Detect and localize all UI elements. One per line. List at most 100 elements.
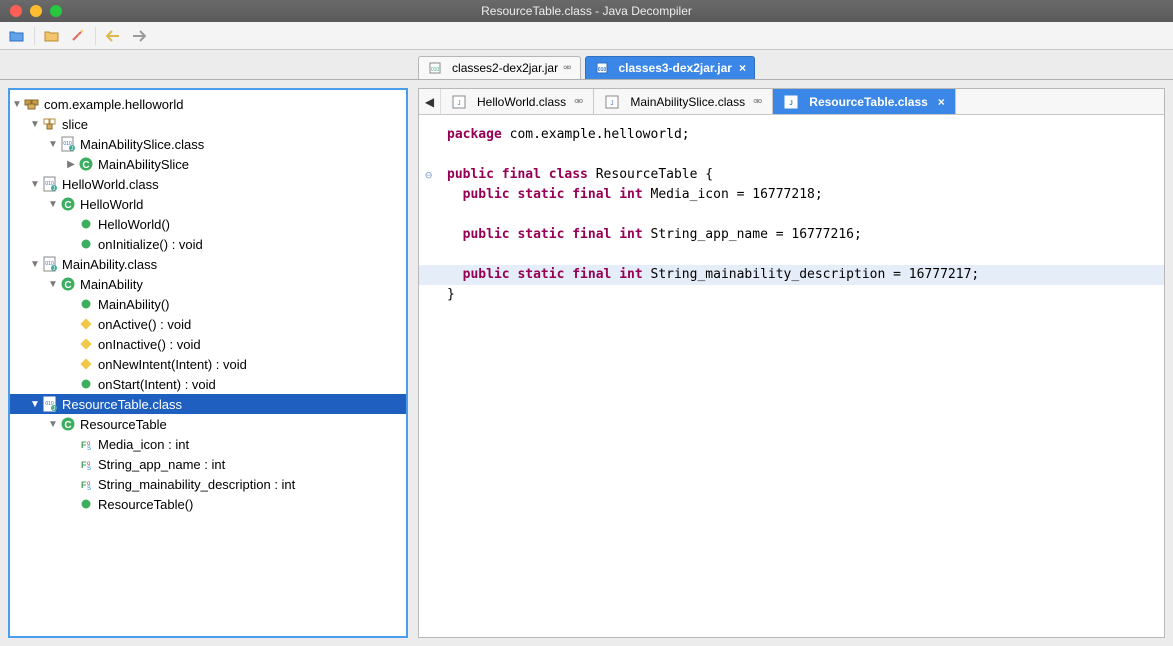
editor-tab[interactable]: J HelloWorld.class ⚮ (441, 89, 594, 114)
tree-item[interactable]: FoS String_app_name : int (10, 454, 406, 474)
tree-item[interactable]: ▼010JMainAbilitySlice.class (10, 134, 406, 154)
tree-item-label: onInitialize() : void (98, 237, 203, 252)
tree-item-label: MainAbility() (98, 297, 170, 312)
svg-text:010: 010 (597, 67, 606, 73)
keyword: public static final int (463, 187, 643, 202)
tree-item[interactable]: HelloWorld() (10, 214, 406, 234)
open-file-button[interactable] (6, 26, 28, 46)
search-button[interactable] (67, 26, 89, 46)
arrow-right-icon (132, 30, 146, 42)
window-titlebar: ResourceTable.class - Java Decompiler (0, 0, 1173, 22)
tree-item-label: onNewIntent(Intent) : void (98, 357, 247, 372)
editor-tab[interactable]: J ResourceTable.class × (773, 89, 956, 114)
tree-item[interactable]: MainAbility() (10, 294, 406, 314)
tree-item[interactable]: ▼ slice (10, 114, 406, 134)
tree-item[interactable]: ▼010JHelloWorld.class (10, 174, 406, 194)
jar-tab-label: classes3-dex2jar.jar (619, 61, 732, 75)
pkg2-icon (42, 116, 58, 132)
source-editor[interactable]: package com.example.helloworld; ⊖ public… (419, 115, 1164, 637)
m-icon (78, 496, 94, 512)
editor-panel: ◀ J HelloWorld.class ⚮ J MainAbilitySlic… (418, 88, 1165, 638)
tree-item[interactable]: ResourceTable() (10, 494, 406, 514)
svg-text:J: J (790, 101, 793, 107)
tree-item-label: MainAbilitySlice (98, 157, 189, 172)
tree-item[interactable]: ▼010JResourceTable.class (10, 394, 406, 414)
jar-tab[interactable]: 010 classes2-dex2jar.jar ⚮ (418, 56, 580, 79)
tree-item-label: String_app_name : int (98, 457, 225, 472)
package-explorer[interactable]: ▼com.example.helloworld▼slice▼010JMainAb… (8, 88, 408, 638)
svg-text:S: S (87, 466, 91, 472)
tree-twisty-icon[interactable]: ▼ (46, 139, 60, 150)
tree-twisty-icon[interactable]: ▼ (28, 119, 42, 130)
tree-item-label: ResourceTable (80, 417, 167, 432)
keyword: public static final int (463, 267, 643, 282)
tree-twisty-icon[interactable]: ▶ (64, 159, 78, 170)
keyword: package (447, 127, 502, 142)
tree-twisty-icon[interactable]: ▼ (28, 259, 42, 270)
nav-back-button[interactable] (102, 26, 124, 46)
fold-toggle-icon[interactable]: ⊖ (425, 165, 432, 185)
tree-item[interactable]: ▼CHelloWorld (10, 194, 406, 214)
toolbar-separator (34, 27, 35, 45)
tree-item-label: onActive() : void (98, 317, 191, 332)
tree-twisty-icon[interactable]: ▼ (46, 279, 60, 290)
nav-forward-button[interactable] (128, 26, 150, 46)
svg-text:C: C (64, 420, 71, 431)
tree-twisty-icon[interactable]: ▼ (46, 199, 60, 210)
tree-item[interactable]: onInitialize() : void (10, 234, 406, 254)
tree-twisty-icon[interactable]: ▼ (28, 399, 42, 410)
tree-item[interactable]: ▼ C ResourceTable (10, 414, 406, 434)
keyword: public static final int (463, 227, 643, 242)
svg-text:J: J (458, 101, 461, 107)
tree-item[interactable]: FoSMedia_icon : int (10, 434, 406, 454)
tree-item-label: slice (62, 117, 88, 132)
package-icon (24, 96, 40, 112)
om-icon (78, 356, 94, 372)
tree-item[interactable]: FoSString_mainability_description : int (10, 474, 406, 494)
jar-tab[interactable]: 010 classes3-dex2jar.jar × (585, 56, 755, 79)
editor-tab-bar: ◀ J HelloWorld.class ⚮ J MainAbilitySlic… (419, 89, 1164, 115)
tree-item-label: HelloWorld() (98, 217, 170, 232)
wand-icon (70, 29, 86, 43)
editor-tab-label: HelloWorld.class (477, 95, 566, 109)
m-icon (78, 216, 94, 232)
tree-item[interactable]: ▼ C MainAbility (10, 274, 406, 294)
f-icon: FoS (78, 456, 94, 472)
c-icon: C (60, 196, 76, 212)
tree-item[interactable]: ▼ com.example.helloworld (10, 94, 406, 114)
tree-item-label: com.example.helloworld (44, 97, 183, 112)
tree-twisty-icon[interactable]: ▼ (10, 99, 24, 110)
tree-item[interactable]: onNewIntent(Intent) : void (10, 354, 406, 374)
close-tab-icon[interactable]: × (739, 61, 746, 75)
arrow-left-icon (106, 30, 120, 42)
class-file-icon: J (783, 94, 799, 110)
workspace: ▼com.example.helloworld▼slice▼010JMainAb… (0, 80, 1173, 646)
window-title: ResourceTable.class - Java Decompiler (0, 4, 1173, 18)
tree-item[interactable]: onStart(Intent) : void (10, 374, 406, 394)
tree-twisty-icon[interactable]: ▼ (46, 419, 60, 430)
tree-item-label: MainAbility.class (62, 257, 157, 272)
tree-item[interactable]: ▶C MainAbilitySlice (10, 154, 406, 174)
tab-pin-icon: ⚮ (574, 95, 583, 108)
tree-item-label: MainAbility (80, 277, 143, 292)
close-tab-icon[interactable]: × (938, 95, 945, 109)
class-decl: ResourceTable { (596, 167, 713, 182)
tree-twisty-icon[interactable]: ▼ (28, 179, 42, 190)
tree-item[interactable]: onActive() : void (10, 314, 406, 334)
tab-pin-icon: ⚮ (753, 95, 762, 108)
svg-text:C: C (64, 280, 71, 291)
f-icon: FoS (78, 476, 94, 492)
jar-tab-bar: 010 classes2-dex2jar.jar ⚮ 010 classes3-… (0, 50, 1173, 80)
open-type-button[interactable] (41, 26, 63, 46)
editor-nav-back-button[interactable]: ◀ (419, 89, 441, 114)
tree-item[interactable]: onInactive() : void (10, 334, 406, 354)
toolbar (0, 22, 1173, 50)
tree-item-label: HelloWorld.class (62, 177, 159, 192)
editor-tab-label: ResourceTable.class (809, 95, 928, 109)
field-decl: Media_icon = 16777218; (651, 187, 823, 202)
field-decl: String_app_name = 16777216; (651, 227, 862, 242)
tree-item[interactable]: ▼010JMainAbility.class (10, 254, 406, 274)
editor-tab-label: MainAbilitySlice.class (630, 95, 745, 109)
c-icon: C (78, 156, 94, 172)
editor-tab[interactable]: J MainAbilitySlice.class ⚮ (594, 89, 773, 114)
